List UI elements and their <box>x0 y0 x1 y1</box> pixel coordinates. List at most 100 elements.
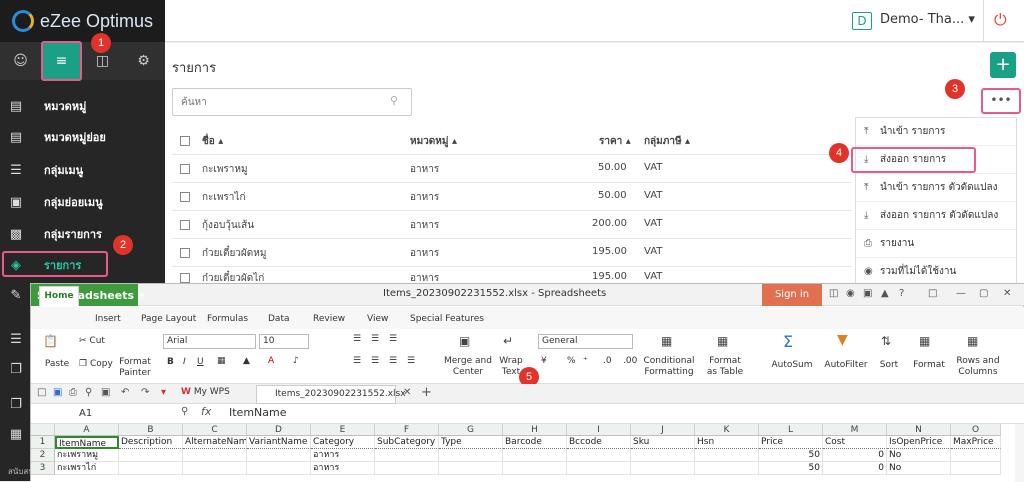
col-category[interactable]: หมวดหมู่ ▴ <box>410 134 457 149</box>
sidebar-item-menu-group[interactable]: ☰ กลุ่มเมนู <box>0 155 165 185</box>
grid-cell[interactable]: 50 <box>759 449 823 462</box>
row-checkbox[interactable] <box>180 164 190 174</box>
preview-icon[interactable]: ⚲ <box>85 387 92 398</box>
grid-cell[interactable] <box>503 449 567 462</box>
menu-item-report[interactable]: ⎙ รายงาน <box>856 230 1016 258</box>
sign-in-button[interactable]: Sign in <box>762 284 822 306</box>
zoom-icon[interactable]: ⚲ <box>181 406 188 417</box>
grid-cell[interactable] <box>503 462 567 475</box>
search-icon[interactable]: ⚲ <box>390 94 398 107</box>
help-icon[interactable]: ? <box>899 288 904 299</box>
merge-center-button[interactable]: Merge and Center <box>443 356 493 378</box>
italic-button[interactable]: I <box>183 357 186 368</box>
name-box[interactable]: A1 <box>51 406 151 421</box>
grid-cell[interactable] <box>247 462 311 475</box>
grid-cell[interactable]: VariantName <box>247 436 311 449</box>
tab-insert[interactable]: Insert <box>95 314 121 324</box>
edit-icon[interactable]: ✎ <box>0 281 32 309</box>
table-row[interactable]: ก๋วยเตี๋ยวผัดไก่ อาหาร 195.00 VAT <box>172 266 852 283</box>
grid-cell[interactable] <box>183 449 247 462</box>
menu-item-import-modifiers[interactable]: ⤒ นำเข้า รายการ ตัวดัดแปลง <box>856 174 1016 202</box>
power-icon[interactable]: ⏻ <box>994 10 1007 30</box>
cut-button[interactable]: ✂ Cut <box>79 336 105 347</box>
table-row[interactable]: กะเพราหมู อาหาร 50.00 VAT <box>172 154 852 182</box>
column-header[interactable]: F <box>375 424 439 436</box>
col-name[interactable]: ชื่อ ▴ <box>202 134 223 149</box>
grid-cell[interactable] <box>119 449 183 462</box>
currency-icon[interactable]: ¥ <box>541 356 547 367</box>
sidebar-item-subcategory[interactable]: ▤ หมวดหมู่ย่อย <box>0 122 165 152</box>
company-selector[interactable]: Demo- Tha... ▾ <box>880 12 975 27</box>
font-family-select[interactable]: Arial <box>163 334 256 349</box>
gear-icon[interactable]: ⚙ <box>123 42 164 80</box>
save-icon[interactable]: ▣ <box>53 387 62 398</box>
minimize-icon[interactable]: — <box>956 288 966 299</box>
grid-cell[interactable] <box>247 449 311 462</box>
grid-cell[interactable]: 0 <box>823 449 887 462</box>
grid-cell[interactable] <box>631 462 695 475</box>
grid-cell[interactable] <box>951 462 1001 475</box>
menu-item-inactive[interactable]: ◉ รวมที่ไม่ได้ใช้งาน <box>856 258 1016 286</box>
rows-and-columns-button[interactable]: Rows and Columns <box>955 356 1001 378</box>
grid-cell[interactable]: Hsn <box>695 436 759 449</box>
row-header[interactable]: 2 <box>31 449 55 462</box>
coin-icon[interactable]: ◉ <box>846 288 855 299</box>
column-header[interactable]: N <box>887 424 951 436</box>
tab-data[interactable]: Data <box>268 314 290 324</box>
grid-cell[interactable]: Barcode <box>503 436 567 449</box>
menu-item-export-modifiers[interactable]: ⤓ ส่งออก รายการ ตัวดัดแปลง <box>856 202 1016 230</box>
grid-cell[interactable]: อาหาร <box>311 462 375 475</box>
grid-cell[interactable]: ItemName <box>55 436 119 449</box>
grid-cell[interactable] <box>567 449 631 462</box>
shirt-icon[interactable]: ▲ <box>881 288 889 299</box>
bold-button[interactable]: B <box>167 357 174 368</box>
grid-cell[interactable]: อาหาร <box>311 449 375 462</box>
sort-button[interactable]: Sort <box>877 360 901 371</box>
tab-home[interactable]: Home <box>39 286 79 306</box>
grid-cell[interactable]: Category <box>311 436 375 449</box>
column-header[interactable]: G <box>439 424 503 436</box>
sidebar-item-menu-subgroup[interactable]: ▣ กลุ่มย่อยเมนู <box>0 187 165 217</box>
clear-format-icon[interactable]: ♪ <box>293 356 299 367</box>
grid-cell[interactable]: 50 <box>759 462 823 475</box>
align-center-icon[interactable]: ☰ <box>371 356 379 367</box>
grid-cell[interactable]: Description <box>119 436 183 449</box>
my-wps-tab[interactable]: W My WPS <box>181 387 230 397</box>
align-top-icon[interactable]: ☰ <box>353 334 361 345</box>
table-row[interactable]: กุ้งอบวุ้นเส้น อาหาร 200.00 VAT <box>172 210 852 238</box>
grid-cell[interactable] <box>439 462 503 475</box>
cart-icon[interactable]: ◫ <box>829 288 838 299</box>
document-tab[interactable]: Items_20230902231552.xlsx <box>256 385 406 404</box>
column-header[interactable]: E <box>311 424 375 436</box>
table-row[interactable]: ก๋วยเตี๋ยวผัดหมู อาหาร 195.00 VAT <box>172 238 852 266</box>
fullscreen-icon[interactable]: □ <box>928 288 937 299</box>
column-header[interactable]: M <box>823 424 887 436</box>
col-tax[interactable]: กลุ่มภาษี ▴ <box>644 134 690 149</box>
tab-page-layout[interactable]: Page Layout <box>141 314 196 324</box>
grid-icon[interactable]: ▦ <box>0 420 32 448</box>
column-header[interactable]: H <box>503 424 567 436</box>
fill-color-icon[interactable]: ▲ <box>243 356 250 367</box>
grid-cell[interactable]: No <box>887 462 951 475</box>
grid-cell[interactable] <box>695 449 759 462</box>
corner-cell[interactable] <box>31 424 55 436</box>
align-bottom-icon[interactable]: ☰ <box>389 334 397 345</box>
border-icon[interactable]: ▦ <box>217 356 226 367</box>
sidebar-item-category[interactable]: ▤ หมวดหมู่ <box>0 91 165 121</box>
tab-special-features[interactable]: Special Features <box>410 314 484 324</box>
font-color-icon[interactable]: A <box>268 356 274 367</box>
grid-cell[interactable]: AlternateNam <box>183 436 247 449</box>
row-checkbox[interactable] <box>180 220 190 230</box>
row-header[interactable]: 1 <box>31 436 55 449</box>
row-checkbox[interactable] <box>180 248 190 258</box>
justify-icon[interactable]: ☰ <box>407 356 415 367</box>
decrease-decimal-icon[interactable]: .0 <box>603 356 612 367</box>
search-input[interactable] <box>172 88 412 116</box>
format-painter-button[interactable]: Format Painter <box>117 357 153 379</box>
increase-decimal-icon[interactable]: .00 <box>623 356 637 367</box>
restore-icon[interactable]: ▢ <box>979 288 988 299</box>
tab-view[interactable]: View <box>367 314 388 324</box>
app-logo[interactable]: eZee Optimus <box>0 0 165 42</box>
copy-icon[interactable]: ❐ <box>0 390 32 418</box>
align-middle-icon[interactable]: ☰ <box>371 334 379 345</box>
